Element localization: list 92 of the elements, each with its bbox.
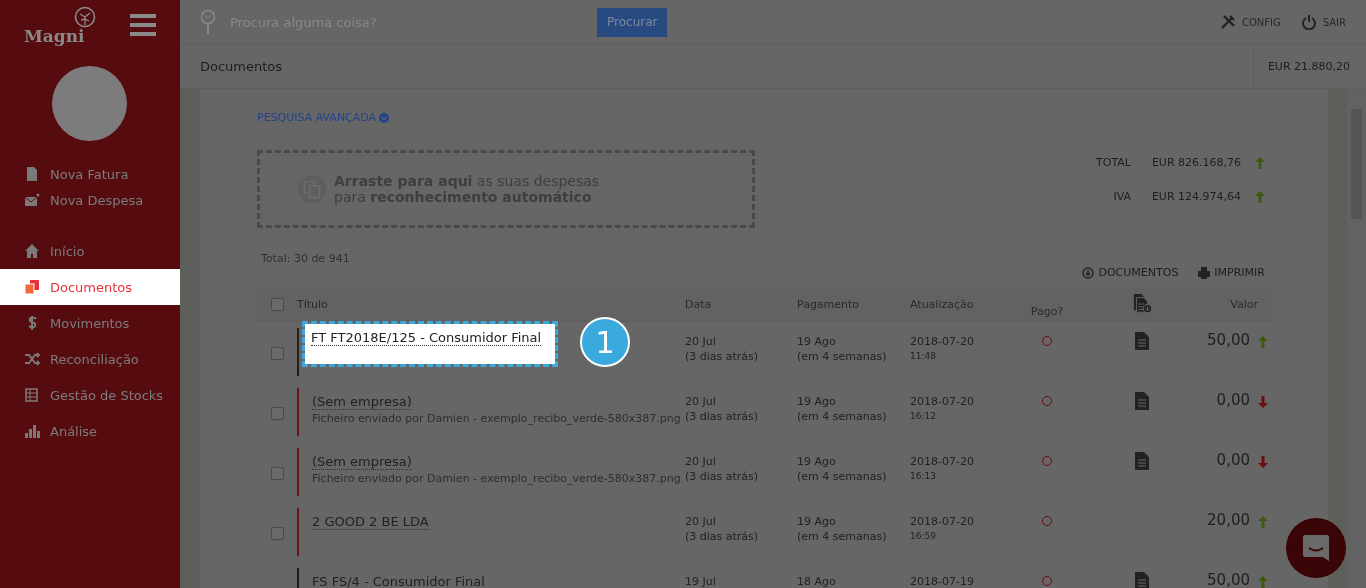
documents-download-icon bbox=[1132, 293, 1152, 315]
date-text: 20 Jul bbox=[685, 514, 717, 529]
due-date-note: (em 4 semanas) bbox=[797, 349, 888, 364]
sidebar-item[interactable]: Movimentos bbox=[0, 305, 180, 341]
column-header: Data bbox=[685, 297, 713, 311]
due-date-text: 19 Ago bbox=[797, 454, 837, 469]
home-icon bbox=[24, 243, 40, 259]
print-link[interactable]: IMPRIMIR bbox=[1198, 266, 1265, 279]
power-icon bbox=[1300, 14, 1317, 30]
advanced-search-link[interactable]: PESQUISA AVANÇADA bbox=[257, 111, 1271, 124]
sidebar-item[interactable]: Documentos bbox=[0, 269, 180, 305]
chevron-down-icon bbox=[379, 112, 390, 123]
date-text: 20 Jul bbox=[685, 454, 717, 469]
column-header: Atualização bbox=[910, 297, 975, 311]
due-date-text: 19 Ago bbox=[797, 334, 837, 349]
sidebar-item[interactable]: Reconciliação bbox=[0, 341, 180, 377]
updated-time: 11:48 bbox=[910, 350, 937, 363]
amount: 50,00 bbox=[1206, 330, 1250, 349]
document-title-link[interactable]: 2 GOOD 2 BE LDA bbox=[312, 514, 429, 530]
amount: 0,00 bbox=[1215, 450, 1250, 469]
search-button[interactable]: Procurar bbox=[597, 7, 668, 37]
date-note: (3 dias atrás) bbox=[685, 349, 760, 364]
due-date-note: (em 4 semanas) bbox=[797, 529, 888, 544]
document-subtitle: Ficheiro enviado por Damien - exemplo_recibo_verde-580x387.png bbox=[312, 472, 681, 485]
docs-icon bbox=[24, 279, 40, 295]
logout-link[interactable]: SAIR bbox=[1300, 14, 1346, 30]
amount: 50,00 bbox=[1206, 570, 1250, 588]
shuffle-icon bbox=[24, 351, 40, 367]
date-note: (3 dias atrás) bbox=[685, 469, 760, 484]
document-icon[interactable] bbox=[1135, 572, 1149, 588]
total-label: TOTAL bbox=[1095, 156, 1131, 169]
amount: 20,00 bbox=[1206, 510, 1250, 529]
document-title-link[interactable]: (Sem empresa) bbox=[312, 454, 412, 470]
search-icon bbox=[200, 9, 216, 35]
document-title-link[interactable]: FT FT2018E/125 - Consumidor Final bbox=[311, 330, 542, 346]
document-icon[interactable] bbox=[1135, 332, 1149, 350]
document-title-link[interactable]: (Sem empresa) bbox=[312, 394, 412, 410]
envelope-icon bbox=[24, 192, 40, 208]
menu-icon[interactable] bbox=[130, 14, 156, 36]
row-checkbox[interactable] bbox=[271, 407, 284, 420]
logo-text: Magni bbox=[24, 26, 85, 46]
row-checkbox[interactable] bbox=[271, 527, 284, 540]
settings-link[interactable]: CONFIG bbox=[1219, 14, 1281, 30]
tools-icon bbox=[1219, 14, 1236, 30]
chat-icon bbox=[1301, 533, 1331, 563]
updated-date: 2018-07-20 bbox=[910, 514, 975, 529]
date-text: 20 Jul bbox=[685, 334, 717, 349]
date-note: (3 dias atrás) bbox=[685, 409, 760, 424]
page-title: Documentos bbox=[199, 59, 283, 74]
document-icon[interactable] bbox=[1135, 452, 1149, 470]
file-icon bbox=[24, 166, 40, 182]
updated-date: 2018-07-19 bbox=[910, 574, 975, 588]
sidebar-action[interactable]: Nova Fatura bbox=[0, 161, 180, 187]
updated-date: 2018-07-20 bbox=[910, 334, 975, 349]
sidebar-item[interactable]: Análise bbox=[0, 413, 180, 449]
date-note: (3 dias atrás) bbox=[685, 529, 760, 544]
chart-icon bbox=[24, 423, 40, 439]
download-link[interactable]: DOCUMENTOS bbox=[1082, 266, 1179, 279]
select-all-checkbox[interactable] bbox=[271, 297, 284, 311]
document-icon[interactable] bbox=[1135, 392, 1149, 410]
due-date-text: 18 Ago bbox=[797, 574, 837, 588]
sidebar-item[interactable]: Início bbox=[0, 233, 180, 269]
document-title-link[interactable]: FS FS/4 - Consumidor Final bbox=[312, 574, 485, 588]
download-icon bbox=[1082, 266, 1095, 279]
total-value: EUR 826.168,76 bbox=[1150, 156, 1241, 169]
total-value: EUR 124.974,64 bbox=[1150, 190, 1241, 203]
due-date-text: 19 Ago bbox=[797, 514, 837, 529]
updated-time: 16:59 bbox=[910, 530, 937, 543]
updated-time: 16:13 bbox=[910, 470, 937, 483]
balance: EUR 21.880,20 bbox=[1252, 45, 1366, 88]
column-header: Título bbox=[297, 297, 329, 311]
updated-date: 2018-07-20 bbox=[910, 394, 975, 409]
tree-logo-icon bbox=[74, 6, 96, 28]
sidebar-item[interactable]: Gestão de Stocks bbox=[0, 377, 180, 413]
row-checkbox[interactable] bbox=[271, 347, 284, 360]
row-checkbox[interactable] bbox=[271, 467, 284, 480]
stock-icon bbox=[24, 387, 40, 403]
due-date-note: (em 4 semanas) bbox=[797, 409, 888, 424]
updated-time: 16:12 bbox=[910, 410, 937, 423]
date-text: 20 Jul bbox=[685, 394, 717, 409]
updated-date: 2018-07-20 bbox=[910, 454, 975, 469]
document-subtitle: Ficheiro enviado por Damien - exemplo_recibo_verde-580x387.png bbox=[312, 412, 681, 425]
sidebar-action[interactable]: Nova Despesa bbox=[0, 187, 180, 213]
due-date-text: 19 Ago bbox=[797, 394, 837, 409]
total-label: IVA bbox=[1112, 190, 1131, 203]
tutorial-step-badge: 1 bbox=[580, 317, 630, 367]
column-header: Pago? bbox=[1029, 303, 1065, 318]
date-text: 19 Jul bbox=[685, 574, 717, 588]
due-date-note: (em 4 semanas) bbox=[797, 469, 888, 484]
scrollbar[interactable] bbox=[1347, 89, 1366, 588]
amount: 0,00 bbox=[1215, 390, 1250, 409]
column-header: Pagamento bbox=[797, 297, 861, 311]
